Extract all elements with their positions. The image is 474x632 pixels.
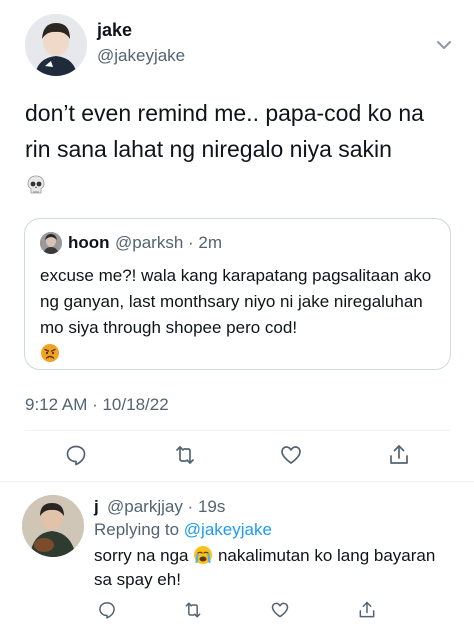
replying-to-handle-link[interactable]: @jakeyjake — [184, 520, 272, 539]
share-icon[interactable] — [357, 600, 377, 620]
divider — [25, 430, 451, 431]
main-tweet-text: don’t even remind me.. papa-cod ko na ri… — [25, 95, 455, 203]
reply-icon[interactable] — [64, 443, 88, 467]
like-heart-icon[interactable] — [279, 443, 303, 467]
reply-text-before: sorry na nga — [94, 546, 189, 565]
share-icon[interactable] — [387, 443, 411, 467]
crying-face-icon — [193, 545, 213, 565]
quoted-tweet-card[interactable]: hoon @parksh · 2m excuse me?! wala kang … — [24, 218, 451, 370]
reply-handle-time[interactable]: @parkjjay · 19s — [107, 497, 225, 517]
main-display-name[interactable]: jake — [97, 20, 132, 41]
main-handle[interactable]: @jakeyjake — [97, 46, 185, 66]
replying-to-line: Replying to @jakeyjake — [94, 520, 272, 540]
reply-display-name[interactable]: j — [94, 497, 99, 517]
reply-icon[interactable] — [97, 600, 117, 620]
tweet-timestamp[interactable]: 9:12 AM · 10/18/22 — [25, 395, 169, 415]
quote-body: excuse me?! wala kang karapatang pagsali… — [40, 266, 432, 337]
quote-handle-time: @parksh · 2m — [115, 233, 223, 252]
replying-to-label: Replying to — [94, 520, 180, 539]
reply-avatar[interactable] — [22, 495, 84, 557]
skull-icon — [25, 170, 47, 194]
main-tweet-body: don’t even remind me.. papa-cod ko na ri… — [25, 100, 424, 162]
divider — [0, 481, 474, 482]
quote-text: excuse me?! wala kang karapatang pagsali… — [40, 263, 445, 367]
angry-face-icon — [40, 343, 60, 363]
retweet-icon[interactable] — [173, 443, 197, 467]
reply-text: sorry na nga nakalimutan ko lang bayaran… — [94, 544, 454, 592]
retweet-icon[interactable] — [183, 600, 203, 620]
chevron-down-icon[interactable] — [436, 38, 452, 50]
quote-avatar[interactable] — [40, 232, 62, 254]
like-heart-icon[interactable] — [270, 600, 290, 620]
quote-display-name: hoon — [68, 233, 110, 252]
main-avatar[interactable] — [25, 14, 87, 76]
